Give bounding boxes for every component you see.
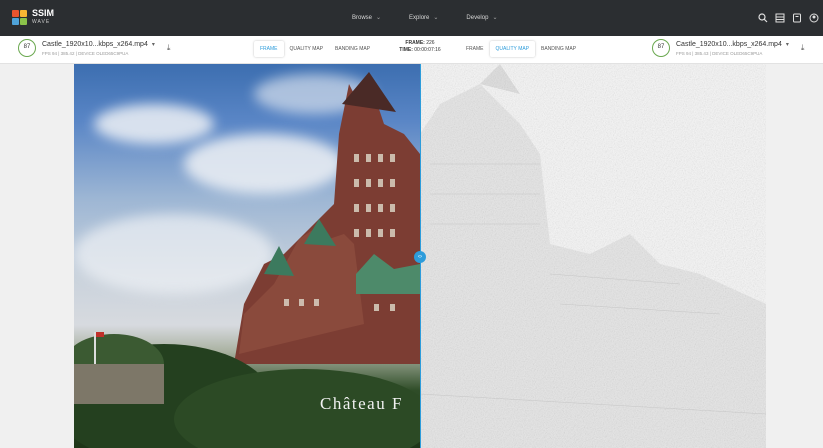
logo-mark-icon [12, 10, 28, 26]
chevron-down-icon[interactable]: ▾ [152, 42, 155, 48]
frame-value: 226 [426, 40, 435, 46]
chevron-down-icon: ⌄ [492, 15, 498, 21]
top-nav-bar: SSIM WAVE Browse ⌄ Explore ⌄ Develop ⌄ [0, 0, 823, 36]
ssimwave-logo[interactable]: SSIM WAVE [12, 9, 54, 27]
right-file-info: Castle_1920x10...kbps_x264.mp4 ▾ FPS 94 … [676, 40, 789, 57]
nav-browse[interactable]: Browse ⌄ [352, 14, 382, 22]
split-viewer[interactable]: Château F ‹› [74, 64, 766, 448]
download-icon[interactable]: ⤓ [167, 43, 171, 53]
nav-develop[interactable]: Develop ⌄ [466, 14, 498, 22]
book-icon[interactable] [792, 13, 802, 23]
right-tab-frame[interactable]: FRAME [460, 41, 490, 57]
time-value: 00:00:07:16 [414, 47, 441, 53]
left-tab-frame[interactable]: FRAME [254, 41, 284, 57]
nav-explore[interactable]: Explore ⌄ [409, 14, 439, 22]
quality-map-image [420, 64, 766, 448]
list-icon[interactable] [775, 13, 785, 23]
left-tab-banding-map[interactable]: BANDING MAP [329, 41, 376, 57]
top-icons [758, 13, 819, 23]
quality-map-illustration [420, 64, 766, 448]
castle-illustration [74, 72, 420, 448]
frame-info: FRAME: 226 TIME: 00:00:07:16 [392, 40, 448, 54]
left-file-name: Castle_1920x10...kbps_x264.mp4 [42, 40, 148, 48]
chevron-down-icon: ⌄ [376, 15, 382, 21]
chevron-down-icon[interactable]: ▾ [786, 42, 789, 48]
right-file-selector[interactable]: 87 Castle_1920x10...kbps_x264.mp4 ▾ FPS … [652, 39, 804, 57]
logo-text: SSIM WAVE [32, 9, 54, 27]
time-label: TIME: [399, 47, 413, 53]
left-view-tabs: FRAME QUALITY MAP BANDING MAP [254, 41, 376, 57]
left-score-badge: 87 [18, 39, 36, 57]
brand-bottom: WAVE [32, 19, 51, 25]
split-handle-icon[interactable]: ‹› [414, 251, 426, 263]
left-file-selector[interactable]: 87 Castle_1920x10...kbps_x264.mp4 ▾ FPS … [18, 39, 170, 57]
right-file-name: Castle_1920x10...kbps_x264.mp4 [676, 40, 782, 48]
video-caption: Château F [320, 394, 403, 413]
user-icon[interactable] [809, 13, 819, 23]
brand-top: SSIM [32, 8, 55, 18]
search-icon[interactable] [758, 13, 768, 23]
chevron-down-icon: ⌄ [433, 15, 439, 21]
nav-explore-label: Explore [409, 14, 430, 21]
left-tab-quality-map[interactable]: QUALITY MAP [284, 41, 330, 57]
right-file-meta: FPS 94 | 385.43 | DEVICE OLED65C9PUA [676, 50, 763, 56]
left-file-meta: FPS 94 | 385.42 | DEVICE OLED65C9PUA [42, 50, 129, 56]
right-score-badge: 87 [652, 39, 670, 57]
source-frame-image: Château F [74, 64, 420, 448]
nav-develop-label: Develop [466, 14, 489, 21]
left-file-info: Castle_1920x10...kbps_x264.mp4 ▾ FPS 94 … [42, 40, 155, 57]
right-tab-quality-map[interactable]: QUALITY MAP [489, 41, 536, 57]
download-icon[interactable]: ⤓ [801, 43, 805, 53]
right-view-tabs: FRAME QUALITY MAP BANDING MAP [460, 41, 582, 57]
right-tab-banding-map[interactable]: BANDING MAP [535, 41, 582, 57]
nav-browse-label: Browse [352, 14, 373, 21]
frame-label: FRAME: [405, 40, 425, 46]
main-nav: Browse ⌄ Explore ⌄ Develop ⌄ [352, 14, 498, 22]
